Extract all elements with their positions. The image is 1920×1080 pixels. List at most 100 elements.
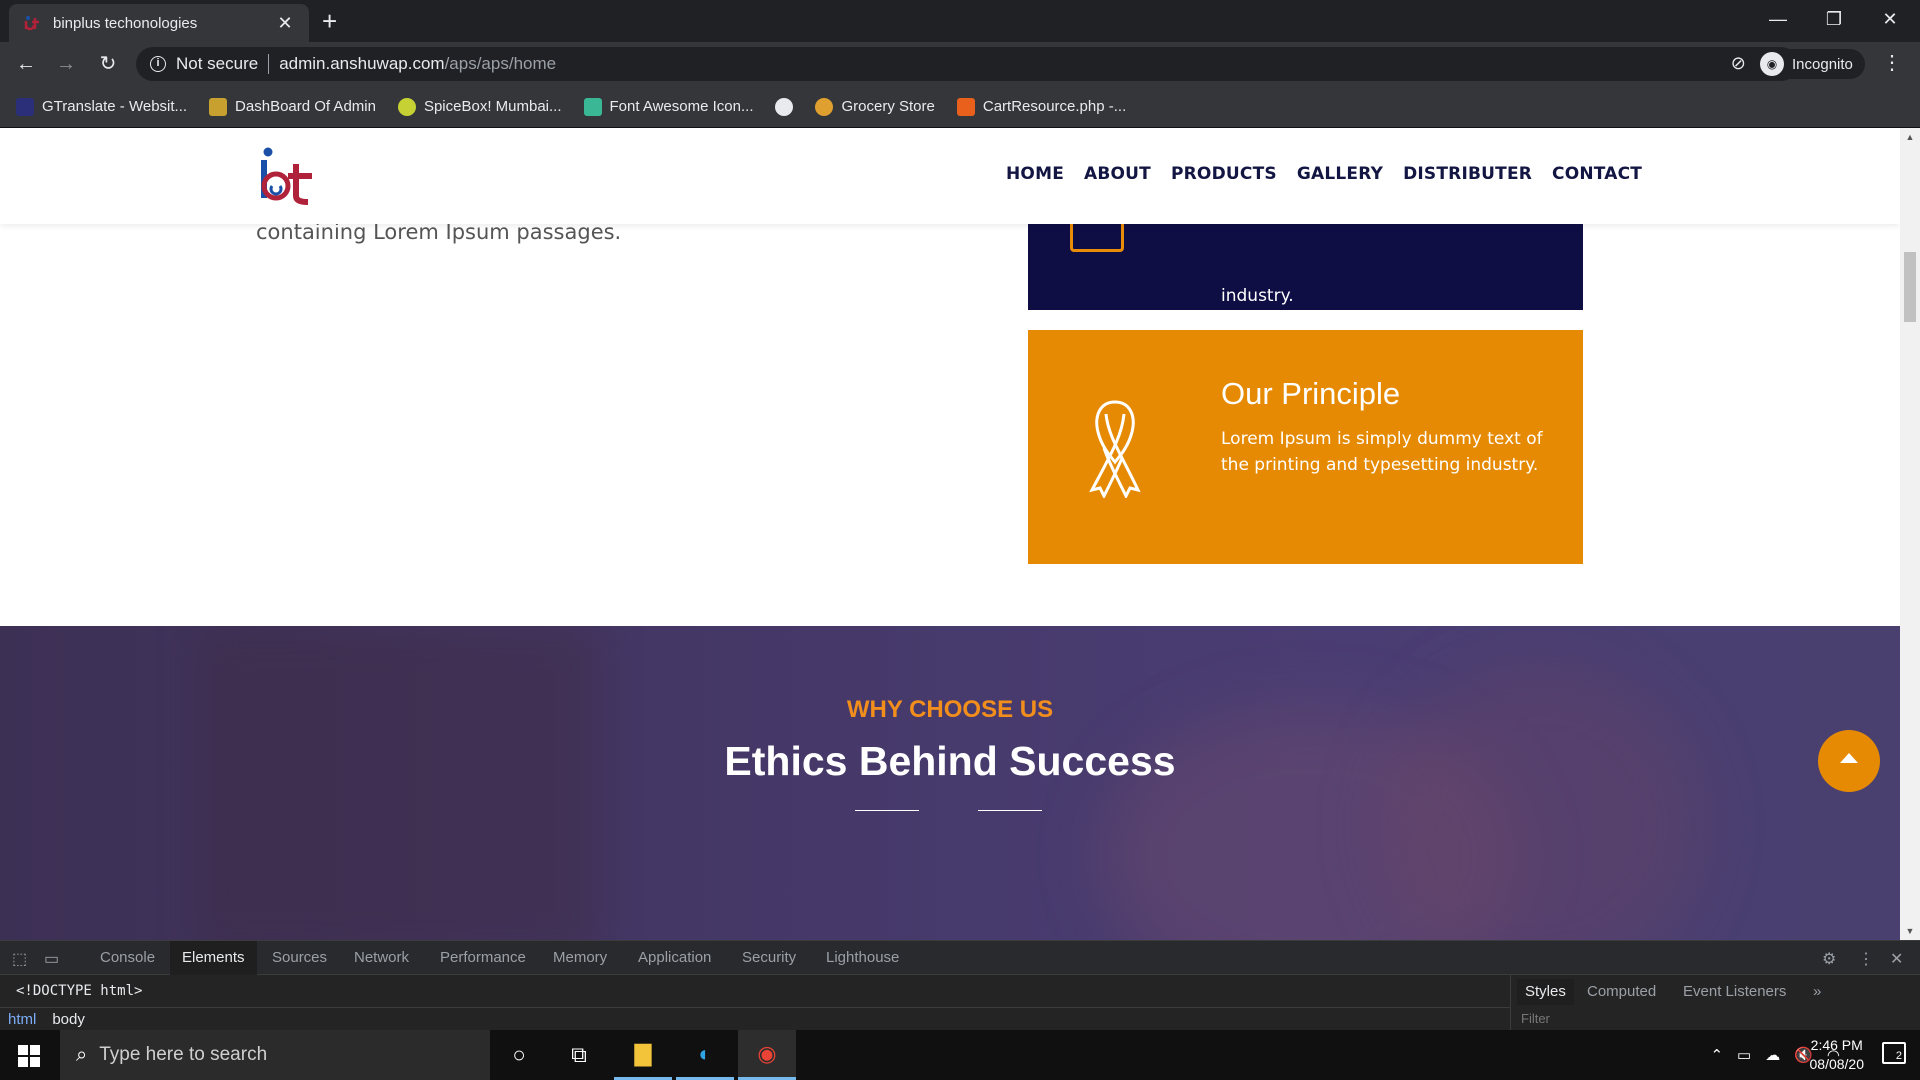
dashboard-icon (209, 97, 228, 116)
browser-tab-strip: binplus techonologies ✕ + — ❐ ✕ (0, 0, 1920, 42)
scrollbar-thumb[interactable] (1904, 252, 1916, 322)
windows-start-icon[interactable] (18, 1045, 40, 1067)
page-scrollbar[interactable]: ▲ ▼ (1900, 128, 1920, 940)
clock-time: 2:46 PM (1810, 1037, 1863, 1053)
globe-icon (775, 97, 794, 116)
cortana-icon[interactable]: ○ (490, 1030, 548, 1080)
search-icon: ⌕ (76, 1043, 88, 1066)
grocery-store-icon (815, 97, 834, 116)
feature-card-principle: Our Principle Lorem Ipsum is simply dumm… (1028, 330, 1583, 564)
nav-contact[interactable]: CONTACT (1552, 164, 1642, 184)
file-explorer-icon[interactable]: ▇ (614, 1030, 672, 1080)
why-choose-us-section: WHY CHOOSE US Ethics Behind Success (0, 626, 1900, 940)
section-title: Ethics Behind Success (724, 738, 1176, 784)
devtools-tab-network[interactable]: Network (342, 941, 421, 975)
devtools-tab-console[interactable]: Console (88, 941, 167, 975)
search-placeholder: Type here to search (99, 1044, 268, 1065)
inspect-element-icon[interactable]: ⬚ (12, 949, 27, 969)
scroll-to-top-button[interactable] (1818, 730, 1880, 792)
restore-icon[interactable]: ❐ (1806, 4, 1862, 34)
styles-pane: Styles Computed Event Listeners » Filter (1510, 975, 1920, 1031)
bookmark-cart-resource[interactable]: CartResource.php -... (956, 97, 1126, 116)
more-panels-icon[interactable]: » (1805, 979, 1829, 1005)
battery-icon[interactable]: ▭ (1737, 1046, 1751, 1064)
spicebox-icon (397, 97, 416, 116)
tracking-blocked-icon[interactable]: ⊘ (1731, 53, 1746, 74)
font-awesome-icon (583, 97, 602, 116)
browser-tab[interactable]: binplus techonologies ✕ (9, 4, 309, 42)
reload-icon[interactable]: ↻ (94, 50, 122, 78)
devtools-tab-memory[interactable]: Memory (541, 941, 619, 975)
gtranslate-icon (16, 97, 34, 116)
security-label[interactable]: Not secure (176, 54, 258, 74)
bookmarks-bar: GTranslate - Websit... DashBoard Of Admi… (0, 86, 1920, 128)
url-host: admin.anshuwap.com (279, 54, 445, 73)
device-toolbar-icon[interactable]: ▭ (44, 949, 59, 969)
cpanel-icon (956, 97, 975, 116)
devtools-tab-sources[interactable]: Sources (260, 941, 339, 975)
site-header: HOME ABOUT PRODUCTS GALLERY DISTRIBUTER … (0, 128, 1900, 224)
browser-menu-icon[interactable]: ⋮ (1882, 50, 1902, 75)
url-path: /aps/aps/home (444, 54, 557, 73)
devtools-tab-security[interactable]: Security (730, 941, 808, 975)
crumb-body[interactable]: body (52, 1011, 85, 1028)
main-nav: HOME ABOUT PRODUCTS GALLERY DISTRIBUTER … (1006, 164, 1642, 184)
bookmark-dashboard[interactable]: DashBoard Of Admin (209, 97, 376, 116)
nav-about[interactable]: ABOUT (1084, 164, 1151, 184)
devtools-tab-elements[interactable]: Elements (170, 941, 257, 975)
browser-toolbar: ← → ↻ i Not secure admin.anshuwap.com /a… (0, 42, 1920, 86)
styles-filter-input[interactable]: Filter (1521, 1011, 1550, 1026)
devtools-breadcrumb: html body (0, 1007, 1510, 1031)
title-divider-left (855, 810, 919, 811)
nav-distributer[interactable]: DISTRIBUTER (1403, 164, 1532, 184)
doctype-node[interactable]: <!DOCTYPE html> (16, 983, 142, 999)
bookmark-gtranslate[interactable]: GTranslate - Websit... (16, 97, 187, 116)
address-bar[interactable]: i Not secure admin.anshuwap.com /aps/aps… (136, 47, 1798, 81)
crumb-html[interactable]: html (8, 1011, 36, 1028)
page-viewport: containing Lorem Ipsum passages. industr… (0, 128, 1900, 940)
section-kicker: WHY CHOOSE US (846, 696, 1054, 723)
tab-close-icon[interactable]: ✕ (275, 13, 295, 34)
onedrive-icon[interactable]: ☁ (1765, 1046, 1780, 1064)
nav-products[interactable]: PRODUCTS (1171, 164, 1277, 184)
bookmark-globe[interactable] (775, 97, 794, 116)
edge-icon[interactable]: ◐ (676, 1030, 734, 1080)
task-view-icon[interactable]: ⧉ (550, 1030, 608, 1080)
bookmark-font-awesome[interactable]: Font Awesome Icon... (583, 97, 753, 116)
event-listeners-tab[interactable]: Event Listeners (1675, 979, 1794, 1005)
taskbar-clock[interactable]: 2:46 PM 08/08/20 (1810, 1036, 1865, 1074)
bookmark-spicebox[interactable]: SpiceBox! Mumbai... (397, 97, 562, 116)
incognito-label: Incognito (1792, 55, 1853, 73)
devtools-tab-lighthouse[interactable]: Lighthouse (814, 941, 911, 975)
action-center-icon[interactable]: 2 (1882, 1042, 1906, 1064)
incognito-badge[interactable]: ◉ Incognito (1756, 49, 1865, 79)
show-hidden-icons-icon[interactable]: ⌃ (1710, 1046, 1723, 1064)
devtools-tab-performance[interactable]: Performance (428, 941, 538, 975)
clock-date: 08/08/20 (1809, 1056, 1865, 1072)
computed-tab[interactable]: Computed (1579, 979, 1664, 1005)
site-logo[interactable] (258, 146, 316, 206)
scroll-down-icon[interactable]: ▼ (1900, 926, 1920, 936)
scroll-up-icon[interactable]: ▲ (1900, 132, 1920, 142)
devtools-tab-application[interactable]: Application (626, 941, 723, 975)
tab-title: binplus techonologies (53, 14, 198, 32)
styles-tab[interactable]: Styles (1517, 979, 1574, 1005)
window-close-icon[interactable]: ✕ (1862, 4, 1918, 34)
minimize-icon[interactable]: — (1750, 4, 1806, 34)
back-icon[interactable]: ← (12, 50, 40, 78)
bookmark-grocery-store[interactable]: Grocery Store (815, 97, 935, 116)
devtools-more-icon[interactable]: ⋮ (1858, 949, 1874, 969)
devtools-settings-icon[interactable]: ⚙ (1822, 949, 1836, 969)
nav-gallery[interactable]: GALLERY (1297, 164, 1383, 184)
devtools-close-icon[interactable]: ✕ (1890, 949, 1903, 969)
info-icon[interactable]: i (150, 56, 166, 72)
site-favicon-icon (23, 14, 41, 32)
taskbar-search[interactable]: ⌕ Type here to search (60, 1030, 490, 1080)
new-tab-button[interactable]: + (322, 6, 337, 37)
chrome-icon[interactable]: ◉ (738, 1030, 796, 1080)
principle-title: Our Principle (1221, 376, 1401, 411)
nav-home[interactable]: HOME (1006, 164, 1064, 184)
principle-text: Lorem Ipsum is simply dummy text of the … (1221, 429, 1543, 475)
forward-icon[interactable]: → (52, 50, 80, 78)
feature-card-text: industry. (1221, 286, 1294, 306)
